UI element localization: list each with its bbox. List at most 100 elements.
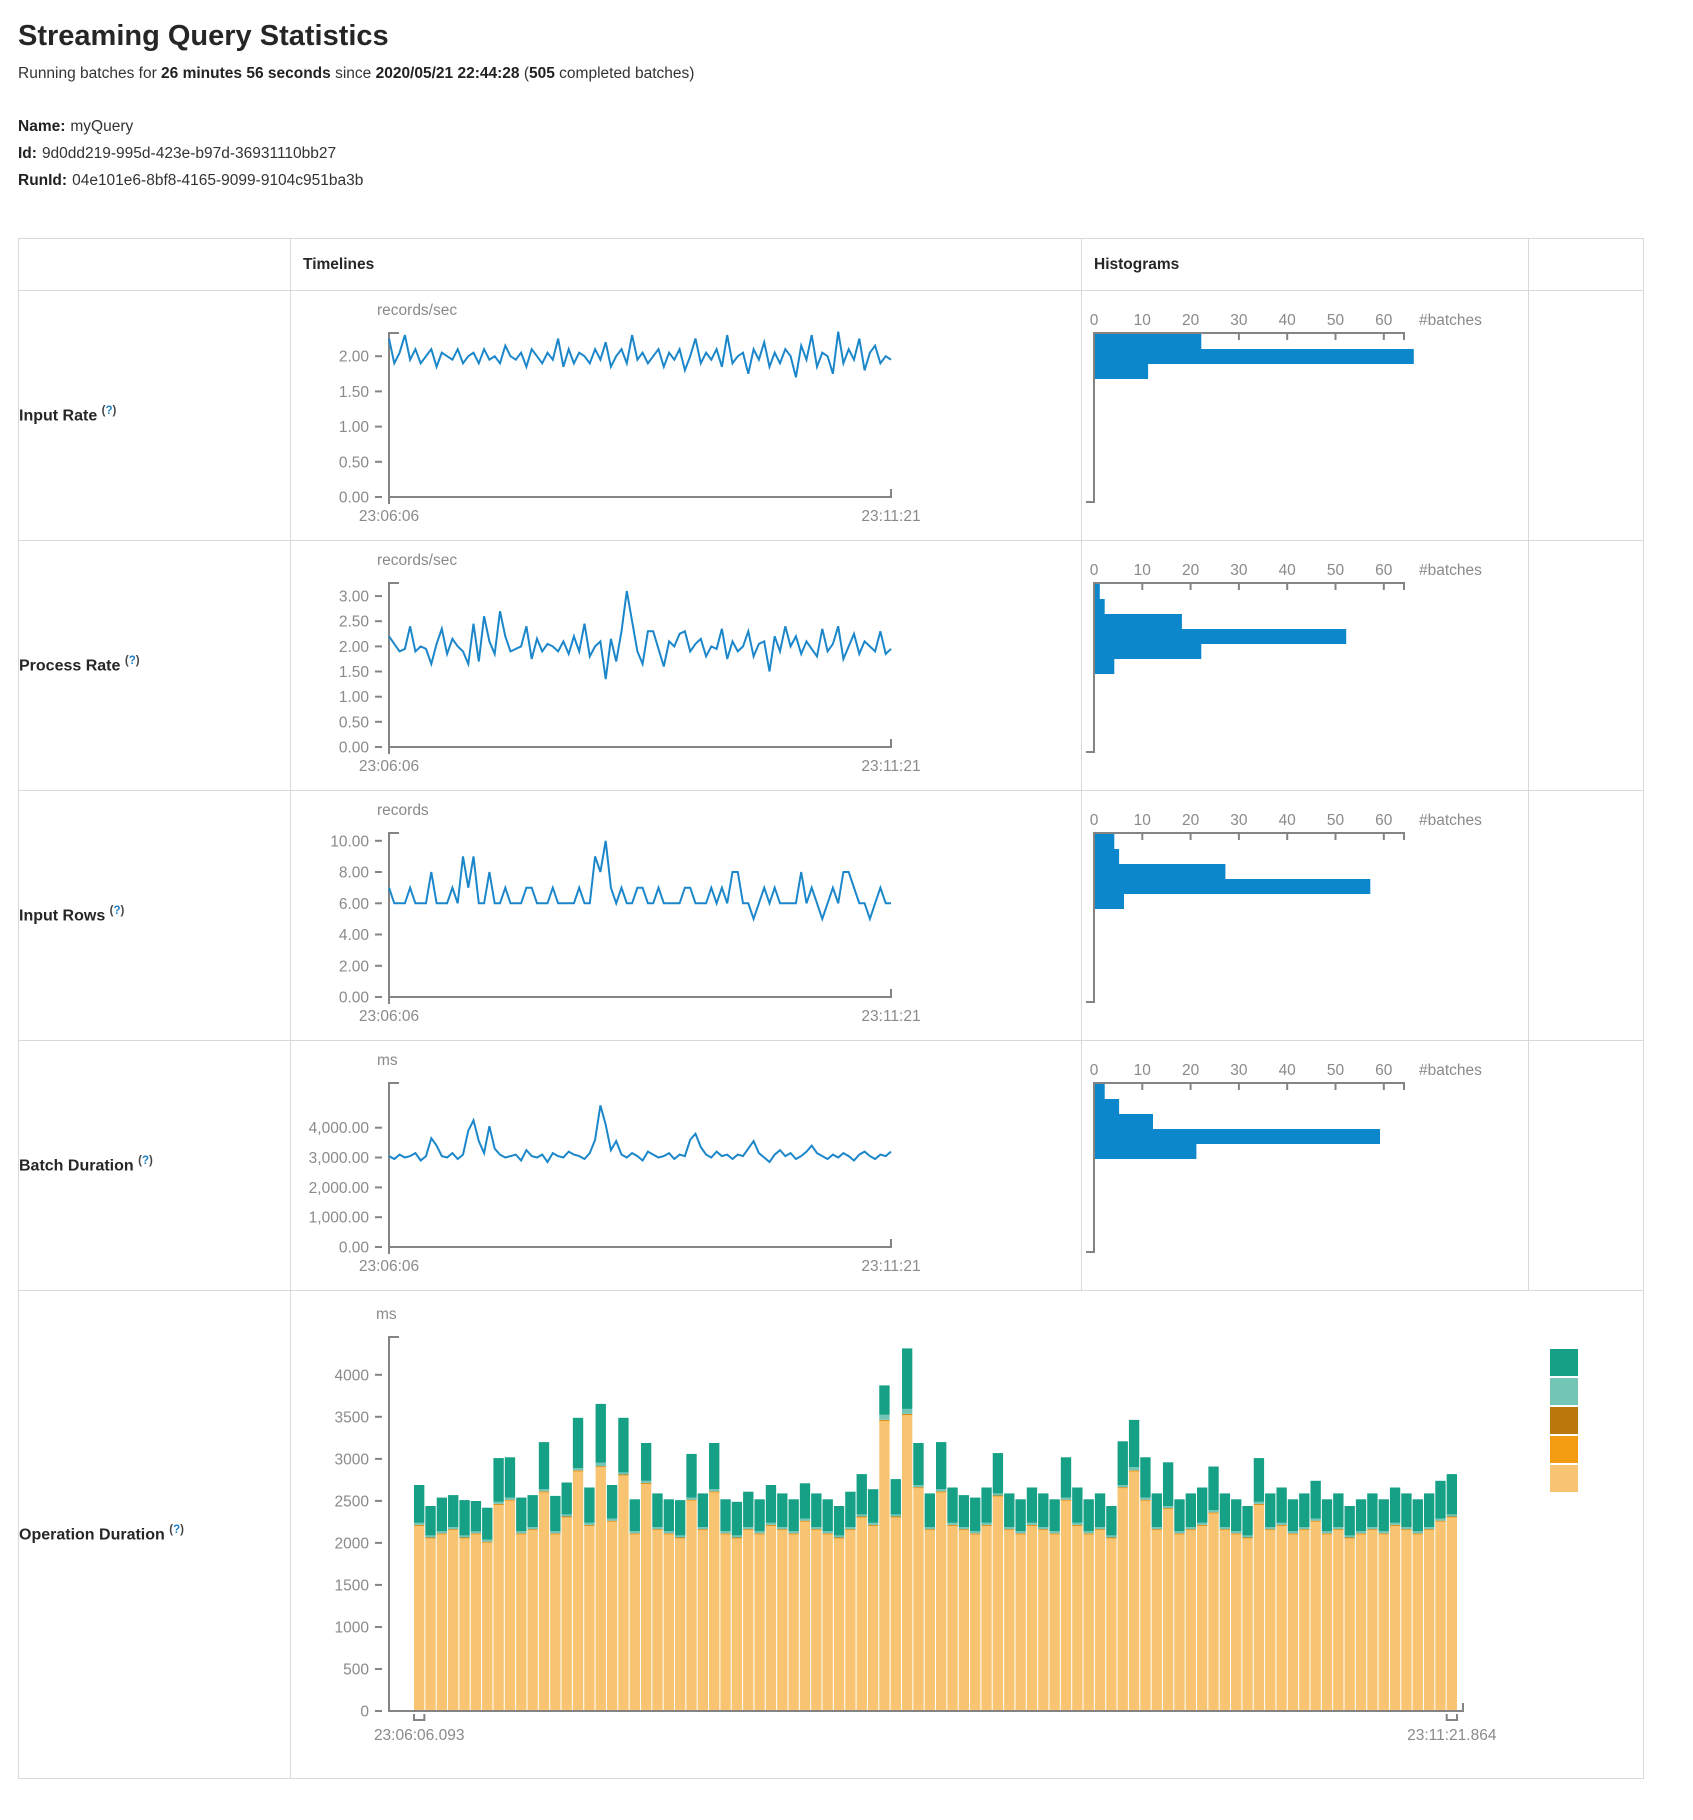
start-timestamp: 2020/05/21 22:44:28 (376, 65, 520, 82)
svg-text:30: 30 (1230, 312, 1248, 329)
svg-text:1.00: 1.00 (339, 689, 370, 706)
table-row-batch-duration: Batch Duration (?) ms4,000.003,000.002,0… (19, 1041, 1644, 1291)
statistics-table: Timelines Histograms Input Rate (?) reco… (18, 238, 1644, 1779)
input-rows-timeline-cell: records10.008.006.004.002.000.0023:06:06… (291, 791, 1082, 1041)
svg-text:#batches: #batches (1419, 812, 1482, 829)
table-row-input-rate: Input Rate (?) records/sec2.001.501.000.… (19, 291, 1644, 541)
svg-text:10: 10 (1134, 812, 1152, 829)
svg-text:0.00: 0.00 (339, 740, 370, 757)
svg-text:2.00: 2.00 (339, 958, 370, 975)
process-rate-histogram-chart: 0102030405060#batches (1084, 547, 1528, 787)
svg-text:30: 30 (1230, 1062, 1248, 1079)
svg-text:3000: 3000 (335, 1451, 370, 1468)
summary-text: completed batches) (555, 65, 695, 82)
svg-text:23:11:21: 23:11:21 (861, 1008, 920, 1025)
svg-text:0.50: 0.50 (339, 714, 370, 731)
svg-text:2.50: 2.50 (339, 614, 370, 631)
svg-text:23:06:06: 23:06:06 (359, 1008, 419, 1025)
svg-text:records: records (377, 802, 429, 819)
help-icon[interactable]: (?) (125, 655, 140, 667)
svg-text:1500: 1500 (335, 1577, 370, 1594)
row-label-input-rate: Input Rate (?) (19, 291, 291, 541)
svg-text:10: 10 (1134, 312, 1152, 329)
page: Streaming Query Statistics Running batch… (0, 0, 1693, 1779)
svg-text:20: 20 (1182, 1062, 1200, 1079)
svg-text:30: 30 (1230, 812, 1248, 829)
svg-text:#batches: #batches (1419, 1062, 1482, 1079)
batch-duration-timeline-cell: ms4,000.003,000.002,000.001,000.000.0023… (291, 1041, 1082, 1291)
svg-text:3,000.00: 3,000.00 (309, 1150, 370, 1167)
row-label-process-rate: Process Rate (?) (19, 541, 291, 791)
spacer-cell (1529, 541, 1644, 791)
input-rate-histogram-cell: 0102030405060#batches (1082, 291, 1529, 541)
query-runid-row: RunId:04e101e6-8bf8-4165-9099-9104c951ba… (18, 167, 1693, 194)
svg-text:0.50: 0.50 (339, 454, 370, 471)
svg-text:50: 50 (1327, 1062, 1345, 1079)
svg-text:#batches: #batches (1419, 562, 1482, 579)
svg-text:0: 0 (1090, 812, 1099, 829)
svg-text:0: 0 (1090, 1062, 1099, 1079)
running-duration: 26 minutes 56 seconds (161, 65, 331, 82)
row-label-text: Process Rate (19, 658, 120, 675)
svg-text:40: 40 (1279, 812, 1297, 829)
completed-batches-count: 505 (529, 65, 555, 82)
header-empty (19, 239, 291, 291)
help-icon[interactable]: (?) (110, 905, 125, 917)
svg-text:60: 60 (1375, 812, 1393, 829)
svg-text:50: 50 (1327, 812, 1345, 829)
query-runid-value: 04e101e6-8bf8-4165-9099-9104c951ba3b (72, 172, 363, 189)
svg-text:23:11:21: 23:11:21 (861, 1258, 920, 1275)
help-icon[interactable]: (?) (169, 1524, 184, 1536)
svg-text:records/sec: records/sec (377, 552, 457, 569)
query-id-label: Id: (18, 145, 37, 162)
svg-text:0: 0 (1090, 562, 1099, 579)
svg-text:23:11:21: 23:11:21 (861, 508, 920, 525)
svg-text:0: 0 (1090, 312, 1099, 329)
spacer-cell (1529, 1041, 1644, 1291)
svg-text:500: 500 (343, 1662, 369, 1679)
input-rows-timeline-chart: records10.008.006.004.002.000.0023:06:06… (293, 797, 1081, 1037)
svg-text:0.00: 0.00 (339, 1240, 370, 1257)
row-label-batch-duration: Batch Duration (?) (19, 1041, 291, 1291)
svg-text:2.00: 2.00 (339, 349, 370, 366)
row-label-text: Input Rows (19, 908, 105, 925)
svg-text:60: 60 (1375, 1062, 1393, 1079)
spacer-cell (1529, 291, 1644, 541)
svg-text:3500: 3500 (335, 1409, 370, 1426)
svg-text:23:06:06: 23:06:06 (359, 508, 419, 525)
svg-text:23:06:06: 23:06:06 (359, 1258, 419, 1275)
svg-text:2.00: 2.00 (339, 639, 370, 656)
input-rate-timeline-chart: records/sec2.001.501.000.500.0023:06:062… (293, 297, 1081, 537)
svg-text:0.00: 0.00 (339, 990, 370, 1007)
svg-text:2000: 2000 (335, 1535, 370, 1552)
svg-text:10: 10 (1134, 562, 1152, 579)
svg-text:4.00: 4.00 (339, 927, 370, 944)
svg-text:1000: 1000 (335, 1620, 370, 1637)
help-icon[interactable]: (?) (138, 1155, 153, 1167)
batch-duration-timeline-chart: ms4,000.003,000.002,000.001,000.000.0023… (293, 1047, 1081, 1287)
header-timelines: Timelines (291, 239, 1082, 291)
svg-text:ms: ms (376, 1306, 397, 1323)
svg-text:4000: 4000 (335, 1367, 370, 1384)
table-row-operation-duration: Operation Duration (?) ms400035003000250… (19, 1291, 1644, 1779)
svg-text:8.00: 8.00 (339, 865, 370, 882)
svg-text:20: 20 (1182, 312, 1200, 329)
svg-text:#batches: #batches (1419, 312, 1482, 329)
row-label-text: Input Rate (19, 408, 97, 425)
svg-text:23:06:06.093: 23:06:06.093 (374, 1727, 465, 1744)
input-rows-histogram-chart: 0102030405060#batches (1084, 797, 1528, 1037)
batch-duration-histogram-chart: 0102030405060#batches (1084, 1047, 1528, 1287)
query-id-row: Id: 9d0dd219-995d-423e-b97d-36931110bb27 (18, 140, 1693, 167)
svg-text:6.00: 6.00 (339, 896, 370, 913)
query-id-value: 9d0dd219-995d-423e-b97d-36931110bb27 (42, 145, 336, 162)
svg-text:40: 40 (1279, 562, 1297, 579)
svg-text:4,000.00: 4,000.00 (309, 1120, 370, 1137)
svg-text:23:11:21.864: 23:11:21.864 (1407, 1727, 1497, 1744)
summary-text: Running batches for (18, 65, 161, 82)
process-rate-timeline-chart: records/sec3.002.502.001.501.000.500.002… (293, 547, 1081, 787)
svg-text:2,000.00: 2,000.00 (309, 1180, 370, 1197)
svg-text:60: 60 (1375, 312, 1393, 329)
svg-text:23:11:21: 23:11:21 (861, 758, 920, 775)
svg-text:records/sec: records/sec (377, 302, 457, 319)
help-icon[interactable]: (?) (102, 405, 117, 417)
